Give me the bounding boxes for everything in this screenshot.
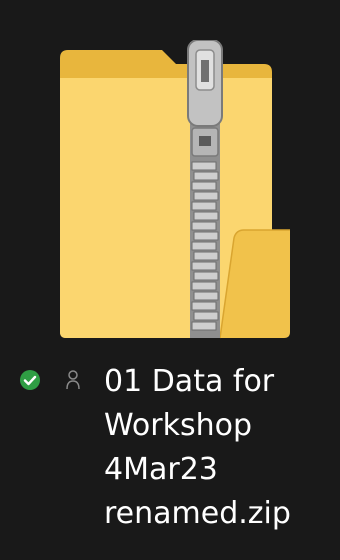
zip-file-item[interactable]: 01 Data for Workshop 4Mar23 renamed.zip (0, 0, 340, 560)
file-name-line-3: 4Mar23 (104, 452, 218, 487)
file-name-line-2: Workshop (104, 408, 253, 443)
file-name[interactable]: 01 Data for Workshop 4Mar23 renamed.zip (104, 360, 334, 536)
file-name-line-1: 01 Data for (104, 364, 275, 399)
file-name-line-4: renamed.zip (104, 496, 291, 531)
zip-folder-icon[interactable] (52, 40, 292, 340)
person-icon (66, 370, 80, 390)
available-offline-icon (20, 370, 40, 390)
file-label[interactable]: 01 Data for Workshop 4Mar23 renamed.zip (0, 360, 340, 550)
